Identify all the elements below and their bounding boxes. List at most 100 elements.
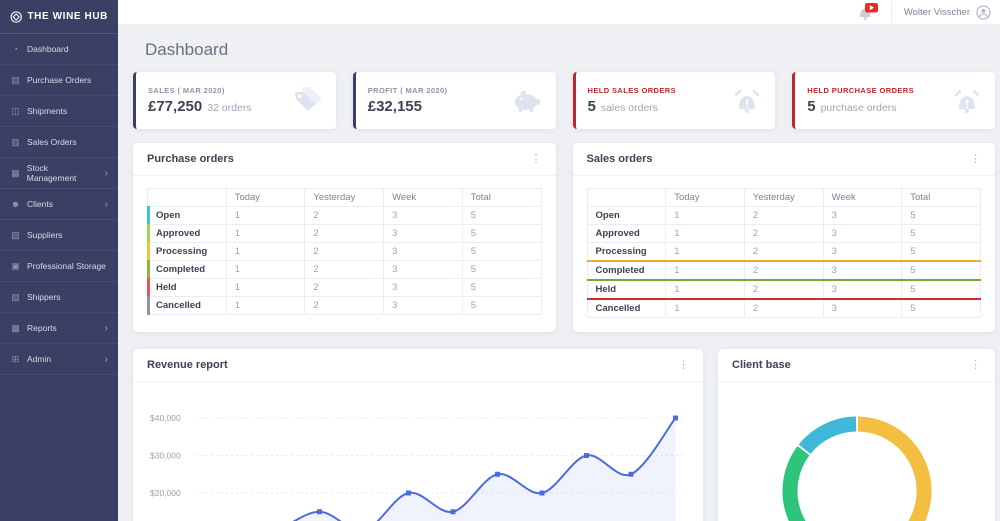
sidebar-nav: ◔ Dashboard ▤ Purchase Orders ◫ Shipments ▥ Sal…	[0, 34, 118, 375]
sidebar-item-professional-storage[interactable]: ▣ Professional Storage	[0, 251, 118, 282]
column-header: Yesterday	[743, 188, 824, 207]
user-menu-button[interactable]: Wolter Visscher	[903, 4, 991, 20]
shipments-icon: ◫	[11, 105, 20, 116]
table-row-completed: Completed 1 2 3 5	[147, 260, 542, 279]
topbar-right: Wolter Visscher	[853, 0, 991, 24]
table-row-completed: Completed 1 2 3 5	[586, 260, 981, 281]
table-row-processing: Processing 1 2 3 5	[147, 242, 542, 261]
status-label: Open	[586, 206, 667, 225]
kpi-suffix: sales orders	[600, 102, 659, 114]
row-accent-bar	[147, 224, 150, 243]
table-cell: 2	[304, 206, 385, 225]
table-header-row: Today Yesterday Week Total	[147, 188, 542, 207]
kebab-menu-icon[interactable]: ⋮	[531, 153, 542, 165]
sidebar-item-purchase-orders[interactable]: ▤ Purchase Orders	[0, 65, 118, 96]
column-header: Week	[383, 188, 463, 207]
sidebar-item-dashboard[interactable]: ◔ Dashboard	[0, 34, 118, 65]
table-cell: 1	[225, 260, 306, 279]
table-cell: 2	[743, 206, 824, 225]
purchase-orders-icon: ▤	[11, 74, 20, 85]
table-cell: 3	[383, 206, 463, 225]
kpi-text: HELD PURCHASE ORDERS 5 purchase orders	[807, 86, 914, 115]
dashboard-icon: ◔	[12, 44, 19, 54]
stock-management-icon: ▦	[11, 167, 20, 178]
purchase-orders-card-header: Purchase orders ⋮	[133, 143, 556, 176]
kpi-suffix: purchase orders	[820, 102, 897, 114]
table-row-cancelled: Cancelled 1 2 3 5	[147, 296, 542, 315]
sidebar-item-label: Dashboard	[27, 44, 69, 54]
piggy-bank-icon	[512, 85, 544, 117]
shippers-icon: ▨	[11, 291, 20, 302]
kpi-label: PROFIT ( MAR 2020)	[367, 86, 448, 95]
row-accent-bar	[147, 260, 150, 279]
client-base-card-header: Client base ⋮	[718, 349, 995, 382]
sidebar-item-reports[interactable]: ▩ Reports ›	[0, 313, 118, 344]
brand-logo[interactable]: THE WINE HUB	[0, 0, 118, 34]
table-cell: 5	[461, 224, 542, 243]
topbar-divider	[890, 2, 892, 22]
sidebar-item-shippers[interactable]: ▨ Shippers	[0, 282, 118, 313]
user-name: Wolter Visscher	[903, 6, 970, 18]
table-row-approved: Approved 1 2 3 5	[586, 224, 981, 243]
row-accent-bar	[147, 278, 150, 297]
table-cell: 5	[461, 260, 542, 279]
sidebar-item-label: Suppliers	[27, 230, 63, 240]
sidebar-item-sales-orders[interactable]: ▥ Sales Orders	[0, 127, 118, 158]
teal-segment	[798, 416, 857, 455]
table-cell: 2	[743, 242, 824, 262]
kebab-menu-icon[interactable]: ⋮	[970, 153, 981, 165]
sidebar-item-stock-management[interactable]: ▦ Stock Management ›	[0, 158, 118, 189]
card-title: Client base	[732, 359, 791, 371]
table-cell: 5	[461, 206, 542, 225]
table-cell: 1	[665, 242, 745, 262]
table-cell: 2	[304, 224, 385, 243]
sales-orders-card-body: Today Yesterday Week Total Open 1 2 3 5 Approved 1…	[573, 176, 996, 332]
charts-row: Revenue report ⋮ $40,000 $30,000 $20,000 C…	[133, 349, 995, 521]
content: Dashboard SALES ( MAR 2020) £77,250 32 ord…	[118, 24, 1000, 521]
status-label: Approved	[147, 224, 227, 243]
table-cell: 3	[822, 260, 903, 281]
sidebar-item-suppliers[interactable]: ▧ Suppliers	[0, 220, 118, 251]
table-cell: 1	[665, 224, 745, 243]
sidebar-item-label: Shipments	[27, 106, 68, 116]
kebab-menu-icon[interactable]: ⋮	[678, 359, 689, 371]
sidebar-item-label: Sales Orders	[27, 137, 77, 147]
suppliers-icon: ▧	[11, 229, 20, 240]
sidebar-item-clients[interactable]: ☻ Clients ›	[0, 189, 118, 220]
card-title: Purchase orders	[147, 153, 234, 165]
column-header: Today	[225, 188, 306, 207]
revenue-line-chart: $40,000 $30,000 $20,000	[150, 413, 684, 521]
sidebar-item-label: Reports	[27, 323, 57, 333]
notification-bell-button[interactable]	[853, 0, 879, 24]
purchase-orders-card: Purchase orders ⋮ Today Yesterday Week Tota…	[133, 143, 556, 332]
svg-text:$20,000: $20,000	[150, 488, 181, 498]
status-label: Completed	[586, 260, 667, 281]
brand-name: THE WINE HUB	[27, 11, 108, 22]
table-cell: 3	[822, 242, 903, 262]
sidebar-item-label: Stock Management	[26, 163, 77, 183]
sales-orders-table: Today Yesterday Week Total Open 1 2 3 5 Approved 1…	[586, 188, 982, 318]
kpi-card-1: PROFIT ( MAR 2020) £32,155	[352, 72, 556, 129]
status-label: Held	[586, 279, 667, 300]
sidebar-item-admin[interactable]: ⊞ Admin ›	[0, 344, 118, 375]
table-cell: 2	[304, 242, 385, 261]
user-icon	[976, 4, 991, 20]
status-label: Cancelled	[586, 298, 667, 318]
chevron-right-icon: ›	[104, 198, 108, 210]
table-cell: 5	[901, 242, 981, 262]
column-header: Total	[461, 188, 542, 207]
kpi-value: 5	[587, 98, 596, 115]
column-header: Total	[901, 188, 981, 207]
column-header	[586, 188, 667, 207]
topbar: Wolter Visscher	[118, 0, 1000, 24]
table-cell: 5	[461, 242, 542, 261]
table-cell: 1	[225, 224, 306, 243]
table-cell: 3	[822, 279, 903, 300]
table-cell: 2	[304, 260, 385, 279]
kpi-row: SALES ( MAR 2020) £77,250 32 orders PROFIT…	[133, 72, 995, 129]
table-cell: 2	[743, 260, 824, 281]
kebab-menu-icon[interactable]: ⋮	[970, 359, 981, 371]
table-row-approved: Approved 1 2 3 5	[147, 224, 542, 243]
sidebar-item-shipments[interactable]: ◫ Shipments	[0, 96, 118, 127]
revenue-report-card: Revenue report ⋮ $40,000 $30,000 $20,000	[133, 349, 703, 521]
